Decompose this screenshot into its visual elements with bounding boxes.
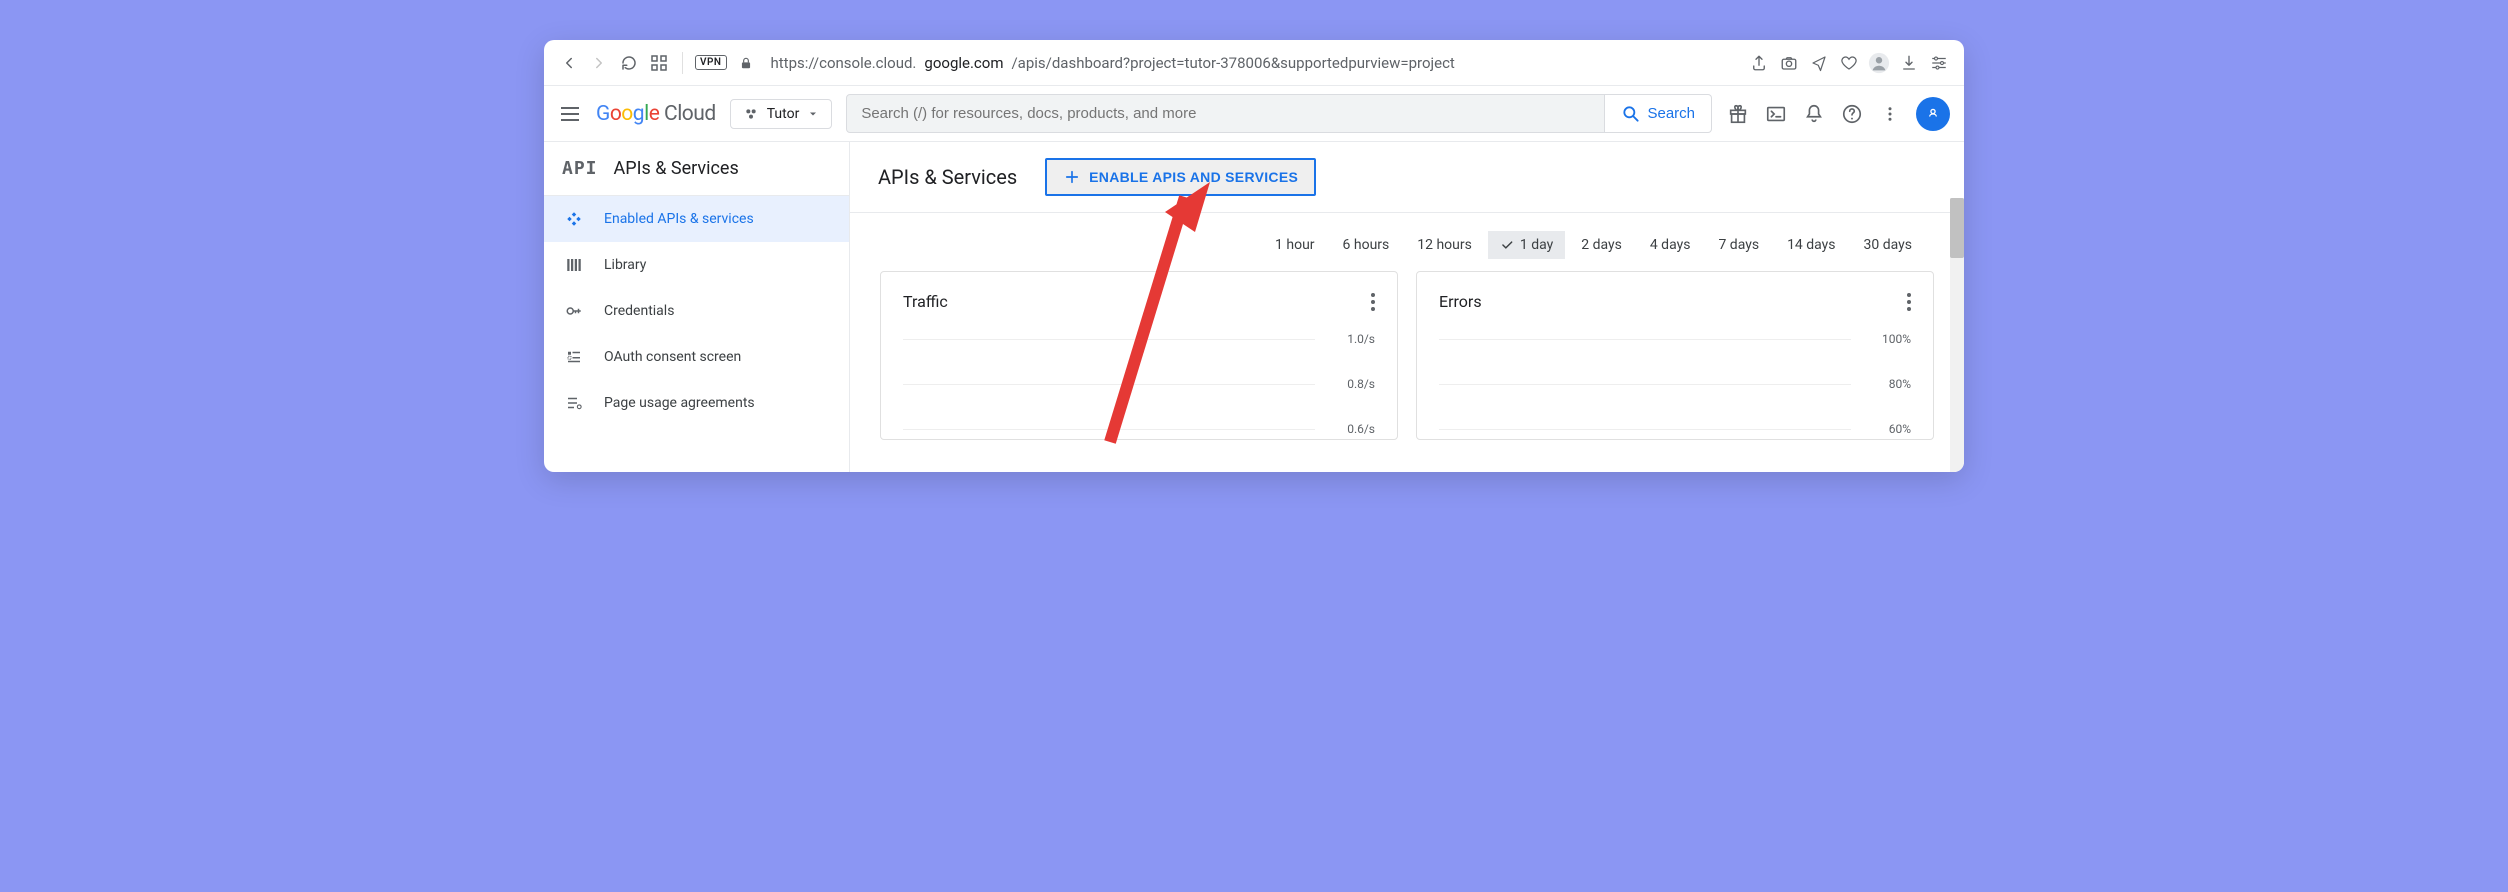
project-name: Tutor [767,106,800,122]
sidebar-item-credentials[interactable]: Credentials [544,288,849,334]
url-domain: google.com [924,54,1003,72]
ylabel: 100% [1882,332,1911,346]
page-title: APIs & Services [878,165,1017,189]
sidebar-item-label: Enabled APIs & services [604,211,754,227]
profile-icon[interactable] [1868,52,1890,74]
search-input[interactable] [846,94,1605,133]
sidebar: API APIs & Services Enabled APIs & servi… [544,142,850,472]
share-icon[interactable] [1748,52,1770,74]
sidebar-item-label: Library [604,257,646,273]
more-menu-icon[interactable] [1878,102,1902,126]
errors-card: Errors 100% 80% 60% [1416,271,1934,440]
library-icon [564,255,584,275]
search-button-label: Search [1647,105,1695,122]
charts-row: Traffic 1.0/s 0.8/s 0.6/s Errors [850,271,1964,440]
ylabel: 80% [1889,377,1911,391]
time-tab-14days[interactable]: 14 days [1775,231,1847,259]
url-prefix: https://console.cloud. [771,54,917,72]
cloud-shell-icon[interactable] [1764,102,1788,126]
browser-chrome-bar: VPN https://console.cloud. google.com/api… [544,40,1964,86]
divider [682,52,683,74]
back-button[interactable] [558,52,580,74]
menu-button[interactable] [558,102,582,126]
time-tab-6hours[interactable]: 6 hours [1331,231,1402,259]
cloud-header: Google Cloud Tutor Search [544,86,1964,142]
time-tab-4days[interactable]: 4 days [1638,231,1703,259]
sidebar-item-label: OAuth consent screen [604,349,741,365]
browser-window: VPN https://console.cloud. google.com/api… [544,40,1964,472]
help-icon[interactable] [1840,102,1864,126]
plus-icon [1063,168,1081,186]
ylabel: 60% [1889,422,1911,436]
check-icon [1500,238,1514,252]
search-container: Search [846,94,1712,133]
sidebar-item-label: Page usage agreements [604,395,755,411]
errors-card-title: Errors [1439,292,1482,311]
enable-apis-button[interactable]: ENABLE APIS AND SERVICES [1045,158,1316,196]
forward-button[interactable] [588,52,610,74]
ylabel: 0.6/s [1347,422,1375,436]
time-tab-30days[interactable]: 30 days [1852,231,1924,259]
search-icon [1621,104,1641,124]
project-selector[interactable]: Tutor [730,99,833,129]
notifications-icon[interactable] [1802,102,1826,126]
card-more-icon[interactable] [1907,293,1911,311]
sidebar-item-enabled-apis[interactable]: Enabled APIs & services [544,196,849,242]
page-body: API APIs & Services Enabled APIs & servi… [544,142,1964,472]
time-tab-1hour[interactable]: 1 hour [1263,231,1327,259]
vpn-badge[interactable]: VPN [695,55,727,70]
main-content: APIs & Services ENABLE APIS AND SERVICES… [850,142,1964,472]
send-icon[interactable] [1808,52,1830,74]
time-tab-1day[interactable]: 1 day [1488,231,1565,259]
traffic-chart: 1.0/s 0.8/s 0.6/s [903,329,1375,439]
ylabel: 1.0/s [1347,332,1375,346]
diamond-icon [564,209,584,229]
url-path: /apis/dashboard?project=tutor-378006&sup… [1011,54,1454,72]
time-tab-label: 1 day [1520,237,1553,253]
sidebar-item-library[interactable]: Library [544,242,849,288]
time-tab-12hours[interactable]: 12 hours [1405,231,1484,259]
camera-icon[interactable] [1778,52,1800,74]
sidebar-item-oauth[interactable]: OAuth consent screen [544,334,849,380]
traffic-card: Traffic 1.0/s 0.8/s 0.6/s [880,271,1398,440]
time-tab-7days[interactable]: 7 days [1706,231,1771,259]
key-icon [564,301,584,321]
settings-lines-icon[interactable] [1928,52,1950,74]
sidebar-header: API APIs & Services [544,142,849,196]
reload-button[interactable] [618,52,640,74]
heart-icon[interactable] [1838,52,1860,74]
enable-button-label: ENABLE APIS AND SERVICES [1089,169,1298,185]
card-more-icon[interactable] [1371,293,1375,311]
errors-chart: 100% 80% 60% [1439,329,1911,439]
time-range-tabs: 1 hour 6 hours 12 hours 1 day 2 days 4 d… [850,213,1964,271]
main-header: APIs & Services ENABLE APIS AND SERVICES [850,142,1964,213]
chevron-down-icon [807,108,819,120]
lock-icon[interactable] [735,52,757,74]
ylabel: 0.8/s [1347,377,1375,391]
download-icon[interactable] [1898,52,1920,74]
consent-icon [564,347,584,367]
sidebar-item-agreements[interactable]: Page usage agreements [544,380,849,426]
account-avatar[interactable] [1916,97,1950,131]
sidebar-item-label: Credentials [604,303,674,319]
traffic-card-title: Traffic [903,292,948,311]
google-cloud-logo[interactable]: Google Cloud [596,102,716,126]
scrollbar[interactable] [1950,198,1964,472]
sidebar-title: APIs & Services [614,158,739,179]
gift-icon[interactable] [1726,102,1750,126]
agreements-icon [564,393,584,413]
project-icon [743,106,759,122]
search-button[interactable]: Search [1605,94,1712,133]
apps-grid-icon[interactable] [648,52,670,74]
time-tab-2days[interactable]: 2 days [1569,231,1634,259]
url-bar[interactable]: https://console.cloud. google.com/apis/da… [765,54,1741,72]
api-badge: API [562,158,598,179]
